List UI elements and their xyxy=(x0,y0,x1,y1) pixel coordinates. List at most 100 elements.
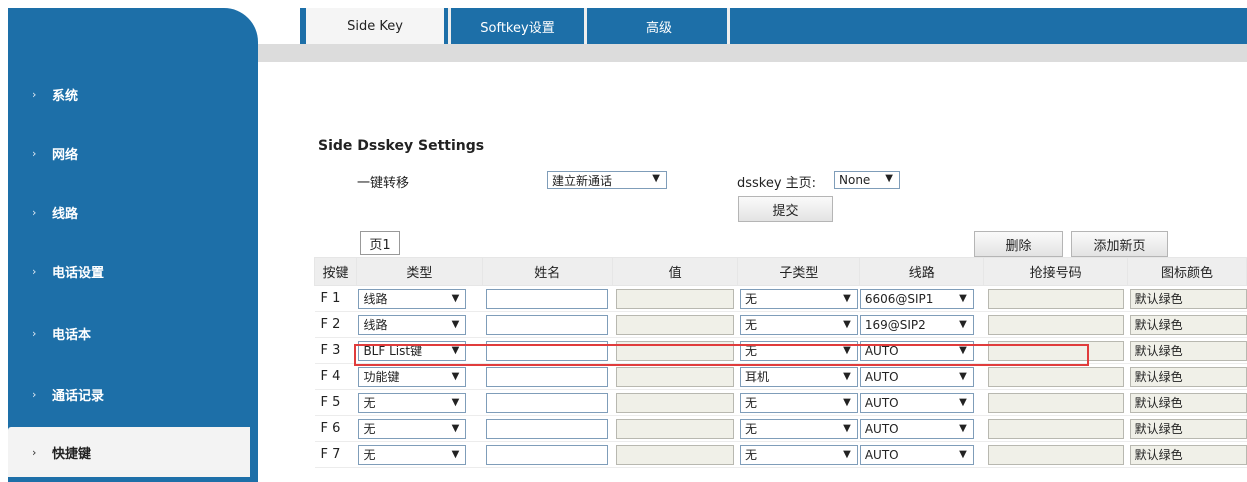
dsskey-home-label: dsskey 主页: xyxy=(737,176,817,191)
icon-color-field[interactable]: 默认绿色 xyxy=(1129,314,1247,335)
icon-color-field[interactable]: 默认绿色 xyxy=(1129,444,1247,465)
select-value: 无 xyxy=(744,421,757,436)
select-value: 无 xyxy=(744,317,757,332)
value-input[interactable] xyxy=(616,340,734,361)
pickup-number-input[interactable] xyxy=(987,418,1124,439)
add-page-button[interactable]: 添加新页 xyxy=(1071,231,1168,257)
value-input[interactable] xyxy=(616,392,734,413)
dropdown-arrow-icon: ▼ xyxy=(451,292,460,304)
subtype-select[interactable]: 耳机 ▼ xyxy=(739,366,858,387)
type-select[interactable]: 无 ▼ xyxy=(358,444,467,465)
dropdown-arrow-icon: ▼ xyxy=(959,396,967,408)
pickup-number-input[interactable] xyxy=(987,444,1124,465)
sidebar-item-label: 电话本 xyxy=(52,327,92,343)
key-label: F 5 xyxy=(314,389,357,416)
type-select[interactable]: BLF List键 ▼ xyxy=(358,340,467,361)
pickup-number-input[interactable] xyxy=(987,288,1124,309)
dsskey-home-select[interactable]: None ▼ xyxy=(834,171,900,189)
select-value: 功能键 xyxy=(363,369,400,384)
subtype-select[interactable]: 无 ▼ xyxy=(739,340,858,361)
line-select[interactable]: AUTO ▼ xyxy=(859,340,974,361)
sidebar-item-system[interactable]: › 系统 xyxy=(8,69,250,119)
sidebar-item-dsskey[interactable]: › 快捷键 xyxy=(8,427,250,477)
tab-advanced[interactable]: 高级 xyxy=(591,8,730,44)
subtype-select[interactable]: 无 ▼ xyxy=(739,288,858,309)
key-label: F 7 xyxy=(314,441,357,468)
key-label: F 1 xyxy=(314,285,357,312)
tab-side-key[interactable]: Side Key xyxy=(306,8,444,44)
sidebar-item-phonebook[interactable]: › 电话本 xyxy=(8,308,250,358)
icon-color-field[interactable]: 默认绿色 xyxy=(1129,288,1247,309)
select-value: AUTO xyxy=(864,395,899,410)
line-select[interactable]: 169@SIP2 ▼ xyxy=(859,314,974,335)
column-header-key: 按键 xyxy=(314,257,357,286)
pickup-number-input[interactable] xyxy=(987,314,1124,335)
value-input[interactable] xyxy=(616,366,734,387)
name-input[interactable] xyxy=(486,314,609,335)
type-select[interactable]: 功能键 ▼ xyxy=(358,366,467,387)
line-select[interactable]: AUTO ▼ xyxy=(859,392,974,413)
table-row: F 5 无 ▼ 无 ▼ AUTO ▼ 默认绿色 xyxy=(314,389,1247,416)
pickup-number-input[interactable] xyxy=(987,392,1124,413)
sidebar-item-call-log[interactable]: › 通话记录 xyxy=(8,369,250,419)
table-row: F 1 线路 ▼ 无 ▼ 6606@SIP1 ▼ 默认绿色 xyxy=(314,285,1247,312)
select-value: AUTO xyxy=(864,343,899,358)
type-select[interactable]: 线路 ▼ xyxy=(358,288,467,309)
dropdown-arrow-icon: ▼ xyxy=(843,448,851,460)
select-value: 无 xyxy=(363,395,376,410)
name-input[interactable] xyxy=(486,340,609,361)
type-select[interactable]: 线路 ▼ xyxy=(358,314,467,335)
icon-color-field[interactable]: 默认绿色 xyxy=(1129,366,1247,387)
page-tab-1[interactable]: 页1 xyxy=(360,231,400,255)
sidebar-item-network[interactable]: › 网络 xyxy=(8,128,250,178)
pickup-number-input[interactable] xyxy=(987,366,1124,387)
icon-color-field[interactable]: 默认绿色 xyxy=(1129,340,1247,361)
name-input[interactable] xyxy=(486,366,609,387)
value-input[interactable] xyxy=(616,444,734,465)
select-value: 线路 xyxy=(363,317,388,332)
sidebar-item-phone-settings[interactable]: › 电话设置 xyxy=(8,246,250,296)
chevron-right-icon: › xyxy=(32,387,37,401)
subtype-select[interactable]: 无 ▼ xyxy=(739,314,858,335)
select-value: 无 xyxy=(744,395,757,410)
name-input[interactable] xyxy=(486,392,609,413)
value-input[interactable] xyxy=(616,288,734,309)
icon-color-field[interactable]: 默认绿色 xyxy=(1129,392,1247,413)
select-value: None xyxy=(839,173,871,187)
dropdown-arrow-icon: ▼ xyxy=(451,422,460,434)
select-value: BLF List键 xyxy=(363,343,423,358)
table-row: F 2 线路 ▼ 无 ▼ 169@SIP2 ▼ 默认绿色 xyxy=(314,311,1247,338)
subtype-select[interactable]: 无 ▼ xyxy=(739,392,858,413)
type-select[interactable]: 无 ▼ xyxy=(358,392,467,413)
submit-button[interactable]: 提交 xyxy=(738,196,833,222)
dsskey-table: 按键 类型 姓名 值 子类型 线路 抢接号码 图标颜色 F 1 线路 ▼ 无 ▼ 6606… xyxy=(314,257,1247,468)
subtype-select[interactable]: 无 ▼ xyxy=(739,418,858,439)
line-select[interactable]: AUTO ▼ xyxy=(859,366,974,387)
value-input[interactable] xyxy=(616,418,734,439)
key-label: F 4 xyxy=(314,363,357,390)
subtype-select[interactable]: 无 ▼ xyxy=(739,444,858,465)
dropdown-arrow-icon: ▼ xyxy=(451,370,460,382)
dropdown-arrow-icon: ▼ xyxy=(843,344,851,356)
line-select[interactable]: 6606@SIP1 ▼ xyxy=(859,288,974,309)
select-value: 建立新通话 xyxy=(552,173,613,188)
type-select[interactable]: 无 ▼ xyxy=(358,418,467,439)
name-input[interactable] xyxy=(486,444,609,465)
delete-button[interactable]: 删除 xyxy=(974,231,1063,257)
icon-color-field[interactable]: 默认绿色 xyxy=(1129,418,1247,439)
name-input[interactable] xyxy=(486,288,609,309)
chevron-right-icon: › xyxy=(32,264,37,278)
tab-softkey-settings[interactable]: Softkey设置 xyxy=(448,8,587,44)
sidebar-item-label: 快捷键 xyxy=(52,446,92,462)
value-input[interactable] xyxy=(616,314,734,335)
sidebar-item-lines[interactable]: › 线路 xyxy=(8,187,250,237)
dropdown-arrow-icon: ▼ xyxy=(959,448,967,460)
line-select[interactable]: AUTO ▼ xyxy=(859,444,974,465)
onekey-transfer-select[interactable]: 建立新通话 ▼ xyxy=(547,171,667,189)
line-select[interactable]: AUTO ▼ xyxy=(859,418,974,439)
sidebar-item-label: 通话记录 xyxy=(52,388,105,404)
name-input[interactable] xyxy=(486,418,609,439)
pickup-number-input[interactable] xyxy=(987,340,1124,361)
chevron-right-icon: › xyxy=(32,146,37,160)
dropdown-arrow-icon: ▼ xyxy=(885,173,893,184)
